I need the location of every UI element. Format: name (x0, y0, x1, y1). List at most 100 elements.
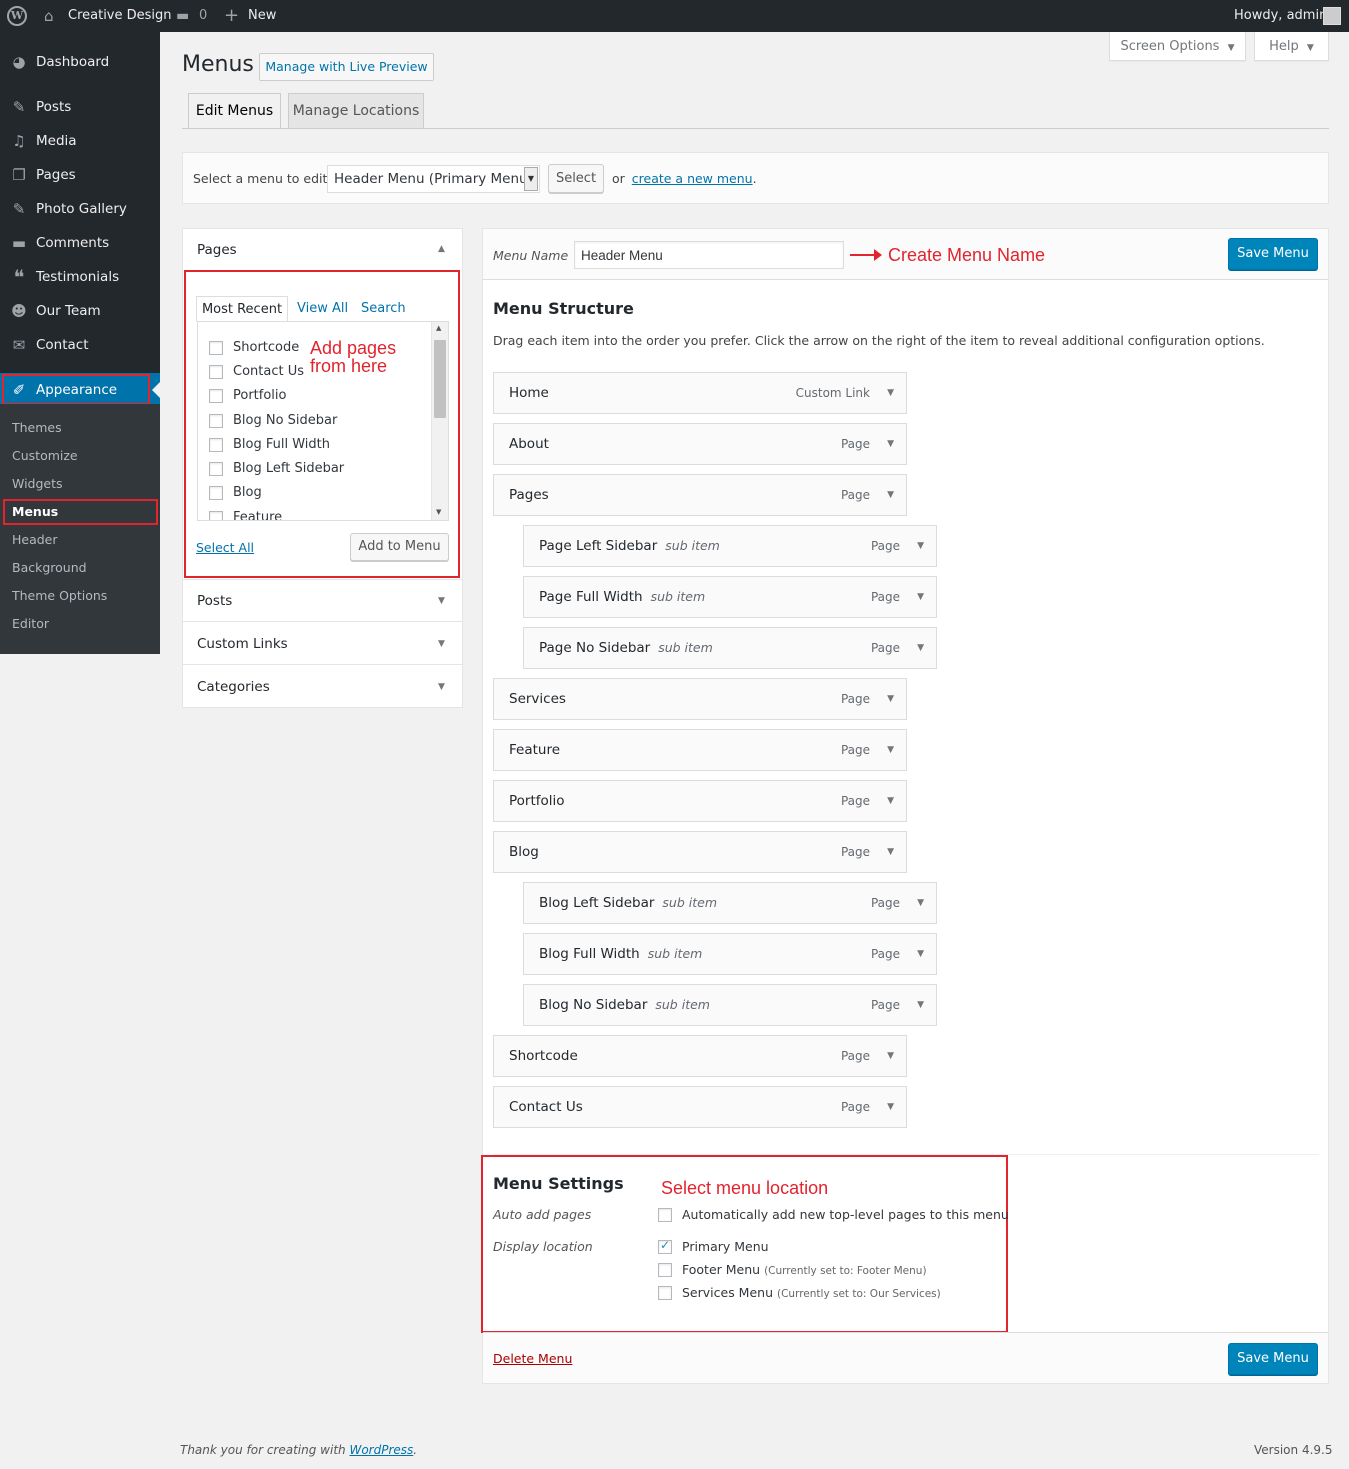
list-scrollbar[interactable]: ▲ ▼ (431, 322, 448, 520)
menu-item-about[interactable]: About Page ▼ (493, 423, 907, 465)
sidebar-item-contact[interactable]: ✉ Contact (0, 328, 160, 362)
create-new-menu-link[interactable]: create a new menu (632, 171, 753, 186)
menu-item-page-left-sidebar[interactable]: Page Left Sidebar sub item Page ▼ (523, 525, 937, 567)
sidebar-item-photo-gallery[interactable]: ✎ Photo Gallery (0, 192, 160, 226)
caret-down-icon[interactable]: ▼ (887, 1036, 894, 1076)
custom-links-section-title[interactable]: Custom Links (197, 636, 288, 652)
sidebar-item-dashboard[interactable]: ◕ Dashboard (0, 45, 160, 79)
menu-item-blog[interactable]: Blog Page ▼ (493, 831, 907, 873)
page-checkbox[interactable] (209, 486, 223, 500)
menu-select[interactable]: Header Menu (Primary Menu) ▼ (327, 165, 540, 193)
menu-item-blog-full-width[interactable]: Blog Full Width sub item Page ▼ (523, 933, 937, 975)
help-button[interactable]: Help ▼ (1254, 32, 1329, 61)
caret-down-icon[interactable]: ▼ (438, 639, 445, 649)
menu-item-blog-left-sidebar[interactable]: Blog Left Sidebar sub item Page ▼ (523, 882, 937, 924)
caret-up-icon[interactable]: ▲ (438, 244, 445, 254)
caret-down-icon[interactable]: ▼ (917, 934, 924, 974)
caret-down-icon[interactable]: ▼ (917, 628, 924, 668)
page-checkbox[interactable] (209, 389, 223, 403)
caret-down-icon[interactable]: ▼ (887, 475, 894, 515)
tab-most-recent[interactable]: Most Recent (196, 296, 288, 322)
menu-item-blog-no-sidebar[interactable]: Blog No Sidebar sub item Page ▼ (523, 984, 937, 1026)
page-checkbox[interactable] (209, 365, 223, 379)
avatar[interactable] (1323, 7, 1341, 25)
submenu-themes[interactable]: Themes (12, 416, 62, 440)
caret-down-icon[interactable]: ▼ (917, 883, 924, 923)
menu-item-title-text: Home (509, 385, 549, 401)
page-checkbox[interactable] (209, 414, 223, 428)
caret-down-icon[interactable]: ▼ (887, 832, 894, 872)
caret-down-icon[interactable]: ▼ (887, 730, 894, 770)
home-icon[interactable]: ⌂ (44, 0, 54, 32)
menu-item-feature[interactable]: Feature Page ▼ (493, 729, 907, 771)
caret-down-icon[interactable]: ▼ (917, 577, 924, 617)
wordpress-logo-icon[interactable]: W (7, 6, 27, 26)
caret-down-icon[interactable]: ▼ (438, 682, 445, 692)
caret-down-icon[interactable]: ▼ (887, 781, 894, 821)
auto-add-checkbox[interactable] (658, 1208, 672, 1222)
tab-manage-locations[interactable]: Manage Locations (288, 93, 424, 128)
caret-down-icon[interactable]: ▼ (887, 373, 894, 413)
select-all-link[interactable]: Select All (196, 540, 254, 555)
new-link[interactable]: New (248, 0, 276, 32)
submenu-editor[interactable]: Editor (12, 612, 49, 636)
delete-menu-link[interactable]: Delete Menu (493, 1351, 572, 1366)
pages-section-title[interactable]: Pages (197, 242, 237, 258)
caret-down-icon[interactable]: ▼ (887, 424, 894, 464)
menu-item-home[interactable]: Home Custom Link ▼ (493, 372, 907, 414)
menu-item-portfolio[interactable]: Portfolio Page ▼ (493, 780, 907, 822)
menu-item-page-full-width[interactable]: Page Full Width sub item Page ▼ (523, 576, 937, 618)
sidebar-item-posts[interactable]: ✎ Posts (0, 90, 160, 124)
screen-options-button[interactable]: Screen Options ▼ (1109, 32, 1246, 61)
primary-menu-checkbox[interactable] (658, 1238, 672, 1254)
page-checkbox[interactable] (209, 438, 223, 452)
save-menu-button-top[interactable]: Save Menu (1228, 238, 1318, 270)
site-name-link[interactable]: Creative Design (68, 0, 172, 32)
howdy-link[interactable]: Howdy, admin (1234, 0, 1327, 32)
menu-item-page-no-sidebar[interactable]: Page No Sidebar sub item Page ▼ (523, 627, 937, 669)
submenu-theme-options[interactable]: Theme Options (12, 584, 107, 608)
sidebar-item-media[interactable]: ♫ Media (0, 124, 160, 158)
caret-down-icon[interactable]: ▼ (887, 1087, 894, 1127)
tab-search[interactable]: Search (361, 296, 406, 322)
live-preview-button[interactable]: Manage with Live Preview (259, 53, 434, 81)
plus-icon[interactable]: + (224, 0, 239, 32)
menu-name-input[interactable] (574, 241, 844, 269)
comments-count[interactable]: 0 (199, 0, 207, 32)
add-to-menu-button[interactable]: Add to Menu (350, 533, 449, 561)
caret-down-icon[interactable]: ▼ (438, 596, 445, 606)
scroll-down-icon[interactable]: ▼ (436, 508, 441, 516)
sidebar-item-our-team[interactable]: ☻ Our Team (0, 294, 160, 328)
services-menu-checkbox[interactable] (658, 1286, 672, 1300)
sidebar-item-testimonials[interactable]: ❝ Testimonials (0, 260, 160, 294)
menu-item-contact-us[interactable]: Contact Us Page ▼ (493, 1086, 907, 1128)
caret-down-icon[interactable]: ▼ (917, 985, 924, 1025)
screen-options-label: Screen Options (1120, 39, 1220, 54)
submenu-header[interactable]: Header (12, 528, 58, 552)
submenu-background[interactable]: Background (12, 556, 87, 580)
menu-item-pages[interactable]: Pages Page ▼ (493, 474, 907, 516)
categories-section-title[interactable]: Categories (197, 679, 270, 695)
menu-item-services[interactable]: Services Page ▼ (493, 678, 907, 720)
tab-view-all[interactable]: View All (297, 296, 348, 322)
tab-edit-menus[interactable]: Edit Menus (188, 93, 281, 129)
wordpress-link[interactable]: WordPress (349, 1443, 413, 1457)
submenu-customize[interactable]: Customize (12, 444, 78, 468)
submenu-widgets[interactable]: Widgets (12, 472, 63, 496)
page-checkbox[interactable] (209, 341, 223, 355)
footer-menu-checkbox[interactable] (658, 1263, 672, 1277)
scroll-up-icon[interactable]: ▲ (436, 324, 441, 332)
page-checkbox[interactable] (209, 511, 223, 520)
save-menu-button-bottom[interactable]: Save Menu (1228, 1343, 1318, 1375)
sidebar-item-comments[interactable]: ▬ Comments (0, 226, 160, 260)
posts-section-title[interactable]: Posts (197, 593, 232, 609)
sidebar-item-pages[interactable]: ❐ Pages (0, 158, 160, 192)
select-button[interactable]: Select (548, 164, 604, 193)
page-checkbox[interactable] (209, 462, 223, 476)
scroll-thumb[interactable] (434, 340, 446, 418)
accordion-divider (183, 621, 462, 622)
comment-icon[interactable]: ▬ (176, 0, 189, 32)
menu-item-shortcode[interactable]: Shortcode Page ▼ (493, 1035, 907, 1077)
caret-down-icon[interactable]: ▼ (887, 679, 894, 719)
caret-down-icon[interactable]: ▼ (917, 526, 924, 566)
